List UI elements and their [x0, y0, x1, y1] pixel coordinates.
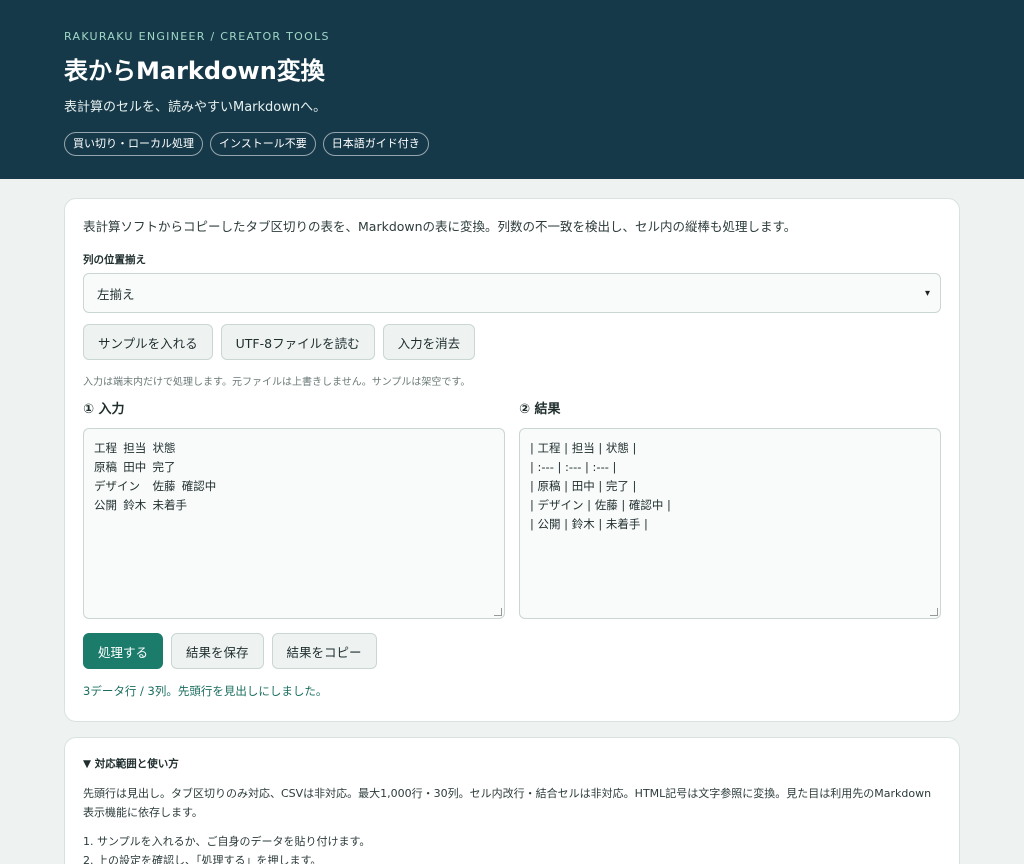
- save-result-button[interactable]: 結果を保存: [171, 633, 264, 669]
- input-line: 公開 鈴木 未着手: [94, 498, 187, 512]
- privacy-note: 入力は端末内だけで処理します。元ファイルは上書きしません。サンプルは架空です。: [83, 377, 471, 388]
- guide-steps: 1. サンプルを入れるか、ご自身のデータを貼り付けます。 2. 上の設定を確認し…: [83, 832, 941, 864]
- output-pane: ② 結果 | 工程 | 担当 | 状態 | | :--- | :--- | :-…: [519, 398, 941, 619]
- chip-local-processing: 買い切り・ローカル処理: [64, 132, 203, 156]
- brand-eyebrow: RAKURAKU ENGINEER / CREATOR TOOLS: [64, 30, 330, 43]
- io-panes: ① 入力 工程 担当 状態 原稿 田中 完了 デザイン 佐藤 確認中 公開 鈴木…: [83, 398, 941, 619]
- hero-header: RAKURAKU ENGINEER / CREATOR TOOLS 表からMar…: [0, 0, 1024, 179]
- output-line: | :--- | :--- | :--- |: [530, 460, 617, 474]
- converter-card: 表計算ソフトからコピーしたタブ区切りの表を、Markdownの表に変換。列数の不…: [64, 198, 960, 722]
- resize-handle[interactable]: [494, 608, 502, 616]
- feature-chips: 買い切り・ローカル処理 インストール不要 日本語ガイド付き: [64, 132, 960, 156]
- list-item: 1. サンプルを入れるか、ご自身のデータを貼り付けます。: [83, 835, 371, 848]
- chip-no-install: インストール不要: [210, 132, 316, 156]
- input-line: 工程 担当 状態: [94, 441, 176, 455]
- output-line: | 公開 | 鈴木 | 未着手 |: [530, 517, 648, 531]
- input-heading: ① 入力: [83, 402, 125, 417]
- output-line: | 工程 | 担当 | 状態 |: [530, 441, 637, 455]
- output-line: | デザイン | 佐藤 | 確認中 |: [530, 498, 671, 512]
- action-toolbar: 処理する 結果を保存 結果をコピー: [83, 633, 941, 669]
- guide-text: 先頭行は見出し。タブ区切りのみ対応、CSVは非対応。最大1,000行・30列。セ…: [83, 787, 932, 819]
- chevron-down-icon: ▾: [924, 287, 930, 299]
- read-file-button[interactable]: UTF-8ファイルを読む: [220, 324, 375, 360]
- tool-description: 表計算ソフトからコピーしたタブ区切りの表を、Markdownの表に変換。列数の不…: [83, 219, 797, 234]
- clear-input-button[interactable]: 入力を消去: [382, 324, 476, 360]
- guide-card: ▼ 対応範囲と使い方 先頭行は見出し。タブ区切りのみ対応、CSVは非対応。最大1…: [64, 737, 960, 864]
- status-message: 3データ行 / 3列。先頭行を見出しにしました。: [83, 684, 328, 698]
- input-line: デザイン 佐藤 確認中: [94, 479, 217, 493]
- resize-handle[interactable]: [930, 608, 938, 616]
- output-line: | 原稿 | 田中 | 完了 |: [530, 479, 637, 493]
- align-label: 列の位置揃え: [83, 254, 146, 266]
- input-line: 原稿 田中 完了: [94, 460, 176, 474]
- page-subtitle: 表計算のセルを、読みやすいMarkdownへ。: [64, 100, 327, 115]
- align-select[interactable]: 左揃え ▾: [83, 273, 941, 313]
- output-textarea[interactable]: | 工程 | 担当 | 状態 | | :--- | :--- | :--- | …: [519, 428, 941, 619]
- input-textarea[interactable]: 工程 担当 状態 原稿 田中 完了 デザイン 佐藤 確認中 公開 鈴木 未着手: [83, 428, 505, 619]
- insert-sample-button[interactable]: サンプルを入れる: [83, 324, 213, 360]
- align-select-value: 左揃え: [97, 286, 135, 302]
- page-title: 表からMarkdown変換: [64, 57, 325, 85]
- input-toolbar: サンプルを入れる UTF-8ファイルを読む 入力を消去: [83, 324, 941, 360]
- input-pane: ① 入力 工程 担当 状態 原稿 田中 完了 デザイン 佐藤 確認中 公開 鈴木…: [83, 398, 505, 619]
- copy-result-button[interactable]: 結果をコピー: [271, 633, 377, 669]
- process-button[interactable]: 処理する: [83, 633, 164, 669]
- list-item: 2. 上の設定を確認し、「処理する」を押します。: [83, 854, 322, 864]
- chip-japanese-guide: 日本語ガイド付き: [322, 132, 429, 156]
- output-heading: ② 結果: [519, 402, 561, 417]
- guide-toggle[interactable]: ▼ 対応範囲と使い方: [83, 756, 941, 771]
